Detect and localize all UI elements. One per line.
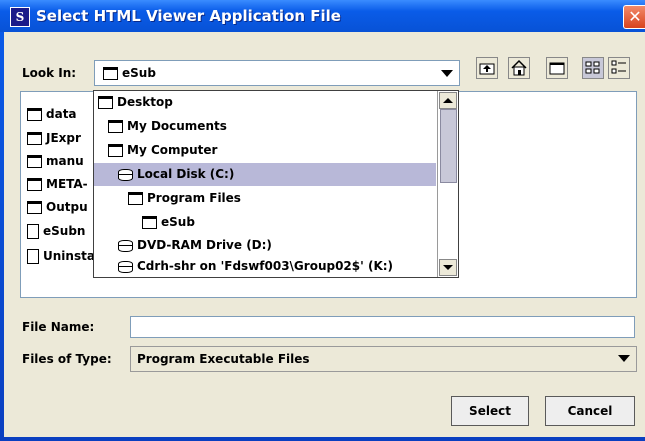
dropdown-item-esub[interactable]: eSub [94,211,436,234]
arrow-up-icon [443,98,453,103]
scroll-down-button[interactable] [439,259,457,276]
file-name-label: File Name: [22,320,95,334]
look-in-value: eSub [103,66,156,80]
new-folder-button[interactable] [546,57,568,79]
chevron-down-icon[interactable] [441,70,453,77]
new-folder-icon [549,62,565,75]
disk-icon [118,168,133,181]
look-in-label: Look In: [22,66,77,80]
folder-up-icon [479,63,495,75]
list-item[interactable]: META- [27,177,88,191]
window-title: Select HTML Viewer Application File [36,7,341,25]
dropdown-item-my-computer[interactable]: My Computer [94,139,450,162]
look-in-dropdown-list[interactable]: Desktop My Documents My Computer Local D… [93,90,459,278]
folder-icon [108,120,123,133]
list-view-button[interactable] [582,57,604,79]
cancel-button[interactable]: Cancel [545,396,635,426]
files-of-type-combo[interactable]: Program Executable Files [130,346,637,372]
list-item[interactable]: manu [27,154,84,168]
list-item[interactable]: data [27,107,77,121]
file-icon [27,224,39,239]
home-icon [511,59,527,76]
folder-icon [27,155,42,168]
folder-icon [142,216,157,229]
folder-icon [27,178,42,191]
folder-icon [27,201,42,214]
file-name-input[interactable] [130,316,635,338]
look-in-combo[interactable]: eSub [94,60,460,86]
close-button[interactable]: ✕ [623,5,645,29]
folder-icon [27,108,42,121]
disk-icon [118,260,133,273]
folder-icon [108,144,123,157]
dropdown-item-dvd-ram-drive[interactable]: DVD-RAM Drive (D:) [94,234,436,257]
folder-icon [103,67,118,80]
folder-icon [27,132,42,145]
file-icon [27,249,39,264]
folder-icon [128,192,143,205]
up-one-level-button[interactable] [476,57,498,79]
dropdown-item-local-disk-c[interactable]: Local Disk (C:) [94,163,436,186]
home-button[interactable] [508,57,530,79]
disk-icon [118,239,133,252]
dialog-window: S Select HTML Viewer Application File ✕ … [0,0,645,441]
folder-icon [98,96,113,109]
list-view-icon [585,61,600,74]
scrollbar-thumb[interactable] [440,109,457,183]
dropdown-scrollbar[interactable] [437,91,458,277]
select-button[interactable]: Select [451,396,529,426]
arrow-down-icon [443,265,453,270]
list-item[interactable]: eSubn [27,224,85,239]
details-view-button[interactable] [608,57,630,79]
chevron-down-icon[interactable] [618,355,630,362]
title-bar[interactable]: S Select HTML Viewer Application File ✕ [0,0,645,32]
dropdown-item-network-drive-k[interactable]: Cdrh-shr on 'Fdswf003\Group02$' (K:) [94,255,436,278]
dropdown-item-desktop[interactable]: Desktop [94,91,440,114]
list-item[interactable]: JExpr [27,131,81,145]
files-of-type-value: Program Executable Files [137,352,310,366]
app-icon: S [10,7,30,27]
dropdown-item-program-files[interactable]: Program Files [94,187,436,210]
files-of-type-label: Files of Type: [22,352,112,366]
dropdown-item-my-documents[interactable]: My Documents [94,115,450,138]
details-view-icon [611,60,626,74]
scroll-up-button[interactable] [439,92,457,109]
list-item[interactable]: Outpu [27,200,88,214]
